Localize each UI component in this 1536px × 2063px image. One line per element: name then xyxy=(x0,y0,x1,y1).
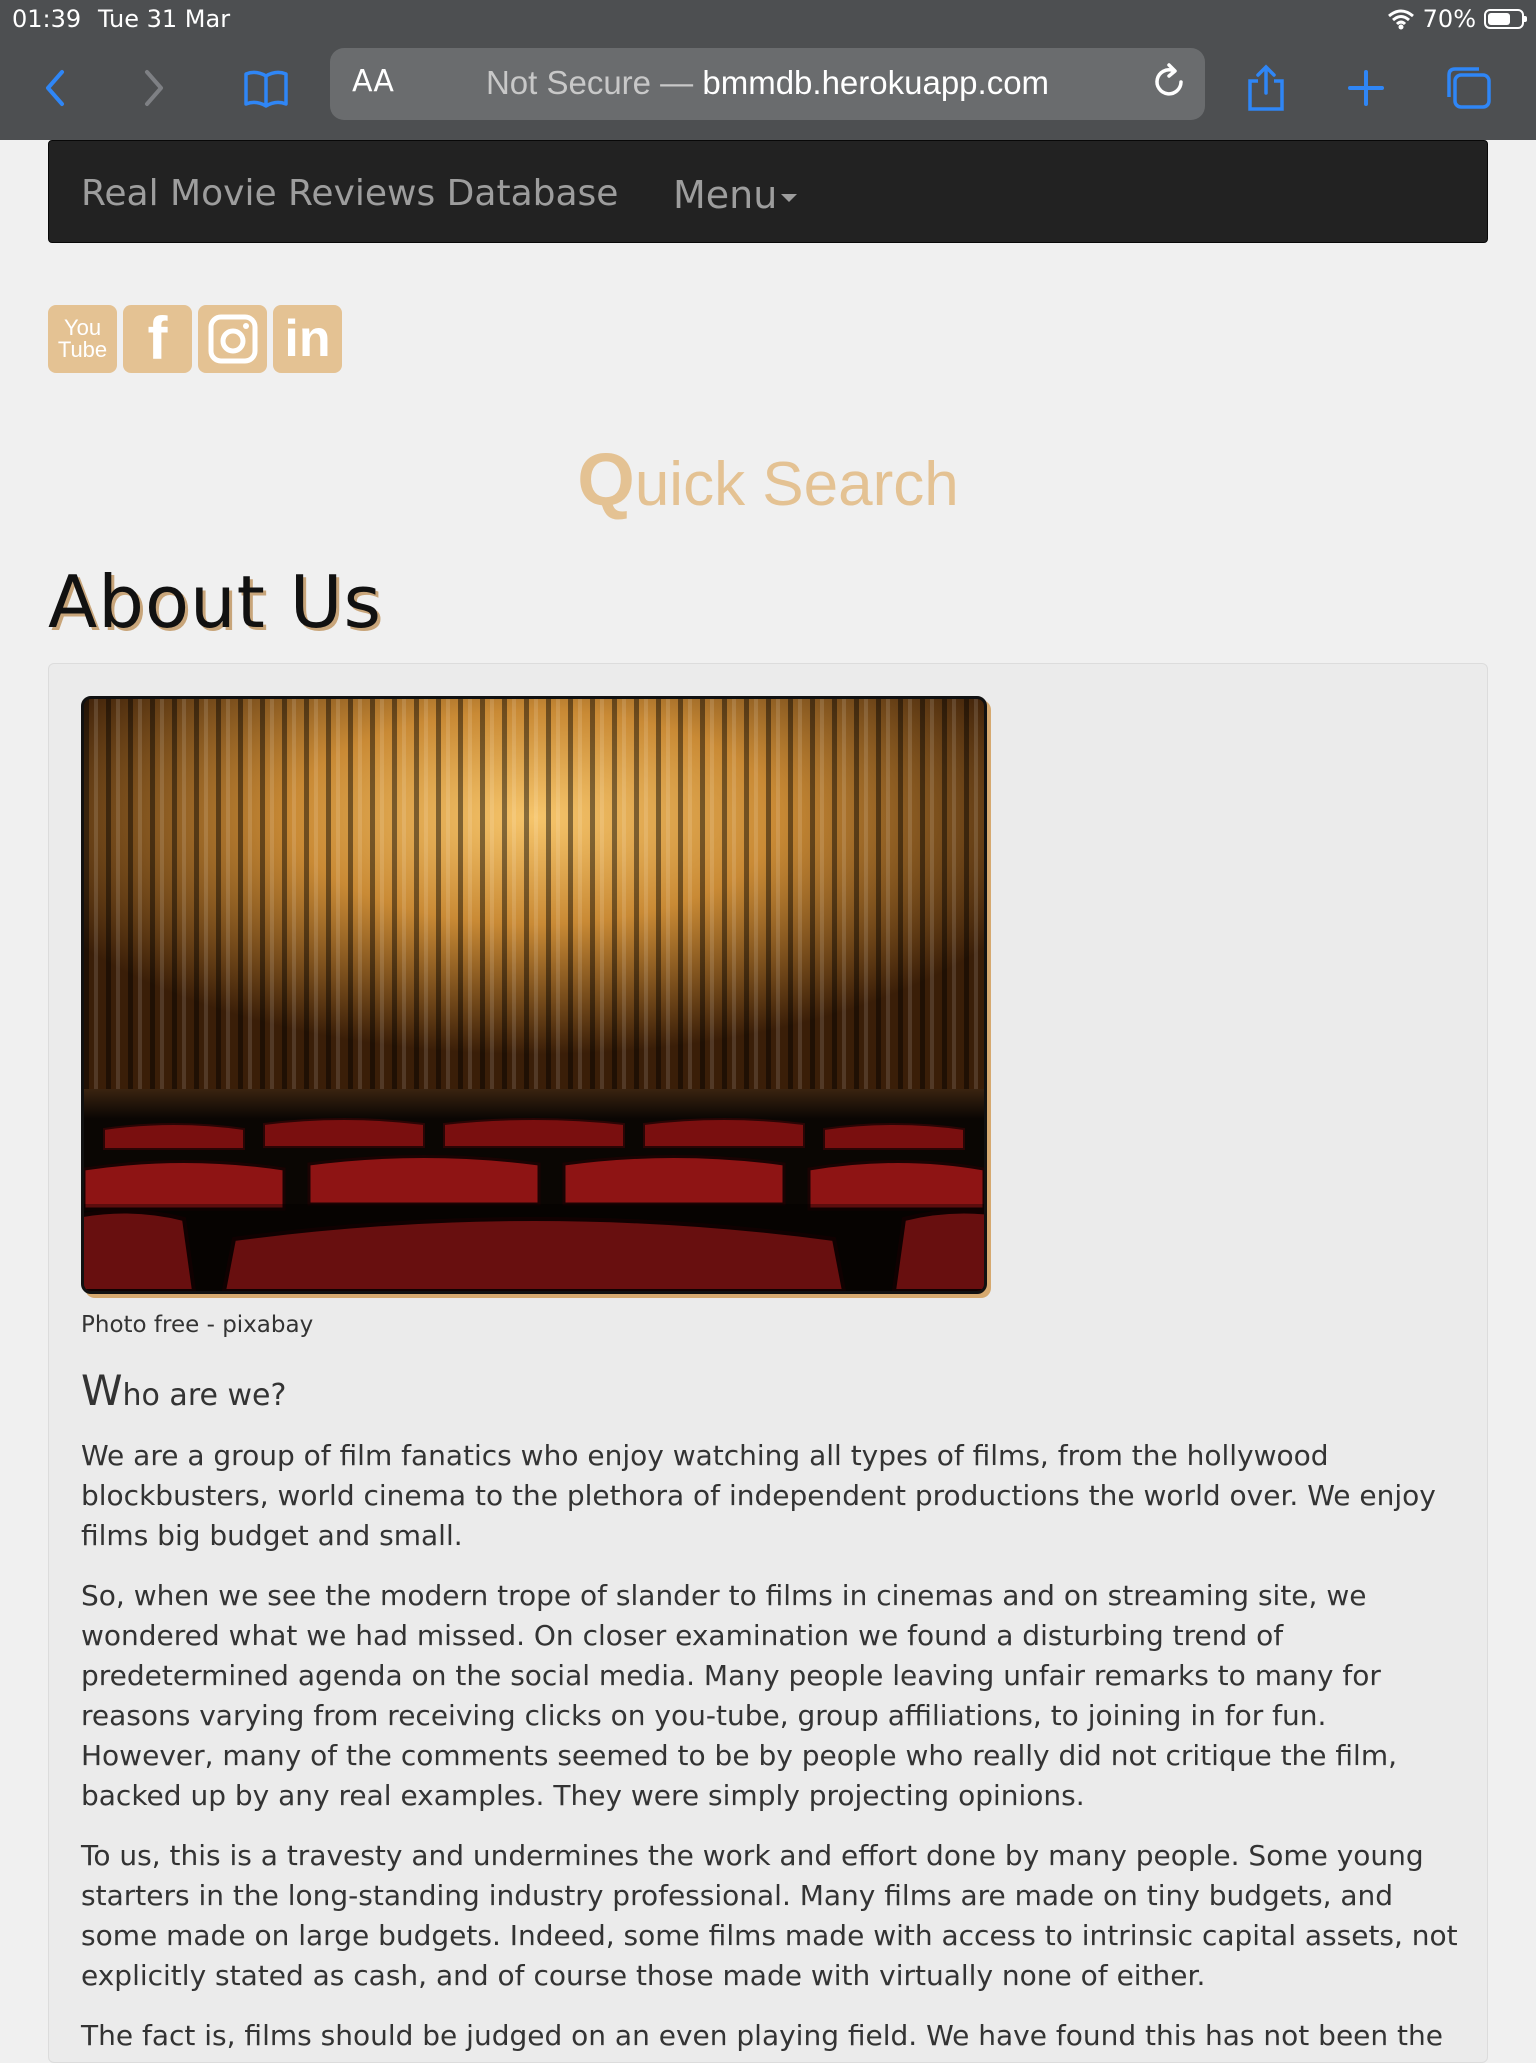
address-bar[interactable]: AA Not Secure — bmmdb.herokuapp.com xyxy=(330,48,1205,120)
youtube-top: You xyxy=(63,315,102,340)
site-brand[interactable]: Real Movie Reviews Database xyxy=(81,173,618,214)
social-links: You Tube f in xyxy=(48,305,342,373)
youtube-bottom: Tube xyxy=(57,337,108,362)
status-bar: 01:39 Tue 31 Mar 70% xyxy=(0,0,1536,40)
share-icon[interactable] xyxy=(1238,60,1294,116)
theater-curtain-image xyxy=(84,699,984,1291)
about-paragraph: To us, this is a travesty and undermines… xyxy=(81,1839,1458,1992)
section-heading: Who are we? xyxy=(81,1366,286,1415)
forward-icon[interactable] xyxy=(126,60,182,116)
bookmarks-icon[interactable] xyxy=(238,60,294,116)
who-first-letter: W xyxy=(81,1366,123,1415)
caret-down-icon xyxy=(781,193,798,202)
about-paragraph: The fact is, films should be judged on a… xyxy=(81,2019,1443,2052)
site-navbar: Real Movie Reviews Database Menu xyxy=(48,140,1488,243)
linkedin-icon[interactable]: in xyxy=(273,305,342,373)
who-rest: ho are we? xyxy=(122,1378,287,1413)
instagram-icon[interactable] xyxy=(198,305,267,373)
quick-search-link[interactable]: Quick Search xyxy=(0,437,1536,522)
new-tab-icon[interactable] xyxy=(1338,60,1394,116)
url-text[interactable]: Not Secure — bmmdb.herokuapp.com xyxy=(330,64,1205,102)
quick-search-rest: uick Search xyxy=(634,450,959,519)
status-time: 01:39 xyxy=(12,5,82,33)
wifi-icon xyxy=(1387,9,1414,30)
reload-icon[interactable] xyxy=(1147,60,1191,108)
page-title: About Us xyxy=(48,560,382,644)
theater-photo xyxy=(81,696,987,1294)
about-panel: Photo free - pixabay Who are we? We are … xyxy=(48,663,1488,2063)
tabs-icon[interactable] xyxy=(1440,60,1496,116)
about-paragraph: We are a group of film fanatics who enjo… xyxy=(81,1439,1436,1552)
status-right: 70% xyxy=(1387,5,1527,33)
facebook-glyph: f xyxy=(147,305,168,372)
battery-percent: 70% xyxy=(1422,5,1476,33)
battery-icon xyxy=(1484,9,1527,29)
not-secure-label: Not Secure — xyxy=(485,64,694,101)
menu-label: Menu xyxy=(673,173,778,217)
facebook-icon[interactable]: f xyxy=(123,305,192,373)
photo-caption: Photo free - pixabay xyxy=(81,1312,314,1338)
menu-dropdown[interactable]: Menu xyxy=(673,173,798,217)
quick-search-first-letter: Q xyxy=(577,438,635,521)
youtube-icon[interactable]: You Tube xyxy=(48,305,117,373)
about-paragraph: So, when we see the modern trope of slan… xyxy=(81,1579,1398,1812)
status-date: Tue 31 Mar xyxy=(98,5,231,33)
linkedin-glyph: in xyxy=(284,310,331,368)
back-icon[interactable] xyxy=(27,60,83,116)
domain-label: bmmdb.herokuapp.com xyxy=(702,64,1050,101)
